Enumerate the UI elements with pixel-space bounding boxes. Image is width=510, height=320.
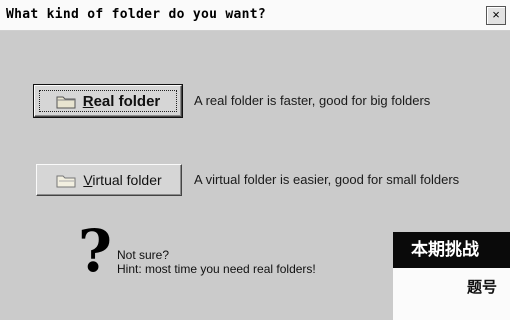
overlay-card: 题号: [393, 268, 510, 320]
folder-icon: [56, 96, 76, 108]
real-folder-label-rest: eal folder: [93, 92, 161, 110]
hint-block: Not sure? Hint: most time you need real …: [117, 248, 316, 276]
close-button[interactable]: ×: [486, 6, 506, 25]
overlay-banner: 本期挑战: [393, 232, 510, 268]
hint-text: Hint: most time you need real folders!: [117, 262, 316, 276]
title-bar: What kind of folder do you want? ×: [0, 0, 510, 31]
real-folder-hotkey: R: [82, 92, 94, 110]
hint-title: Not sure?: [117, 248, 170, 262]
real-folder-button[interactable]: Real folder: [33, 84, 183, 118]
window-title: What kind of folder do you want?: [6, 7, 267, 22]
virtual-folder-label: Virtual folder: [83, 172, 161, 188]
overlay-sub-text: 题号: [467, 278, 498, 296]
virtual-folder-description: A virtual folder is easier, good for sma…: [194, 172, 460, 187]
folder-icon: [56, 175, 76, 187]
real-folder-label: Real folder: [83, 93, 161, 110]
question-mark-icon: ?: [78, 217, 112, 285]
close-icon: ×: [492, 7, 500, 22]
overlay-banner-text: 本期挑战: [411, 240, 479, 260]
virtual-folder-button[interactable]: Virtual folder: [36, 164, 182, 196]
real-folder-description: A real folder is faster, good for big fo…: [194, 93, 431, 108]
virtual-folder-label-rest: irtual folder: [92, 172, 162, 188]
